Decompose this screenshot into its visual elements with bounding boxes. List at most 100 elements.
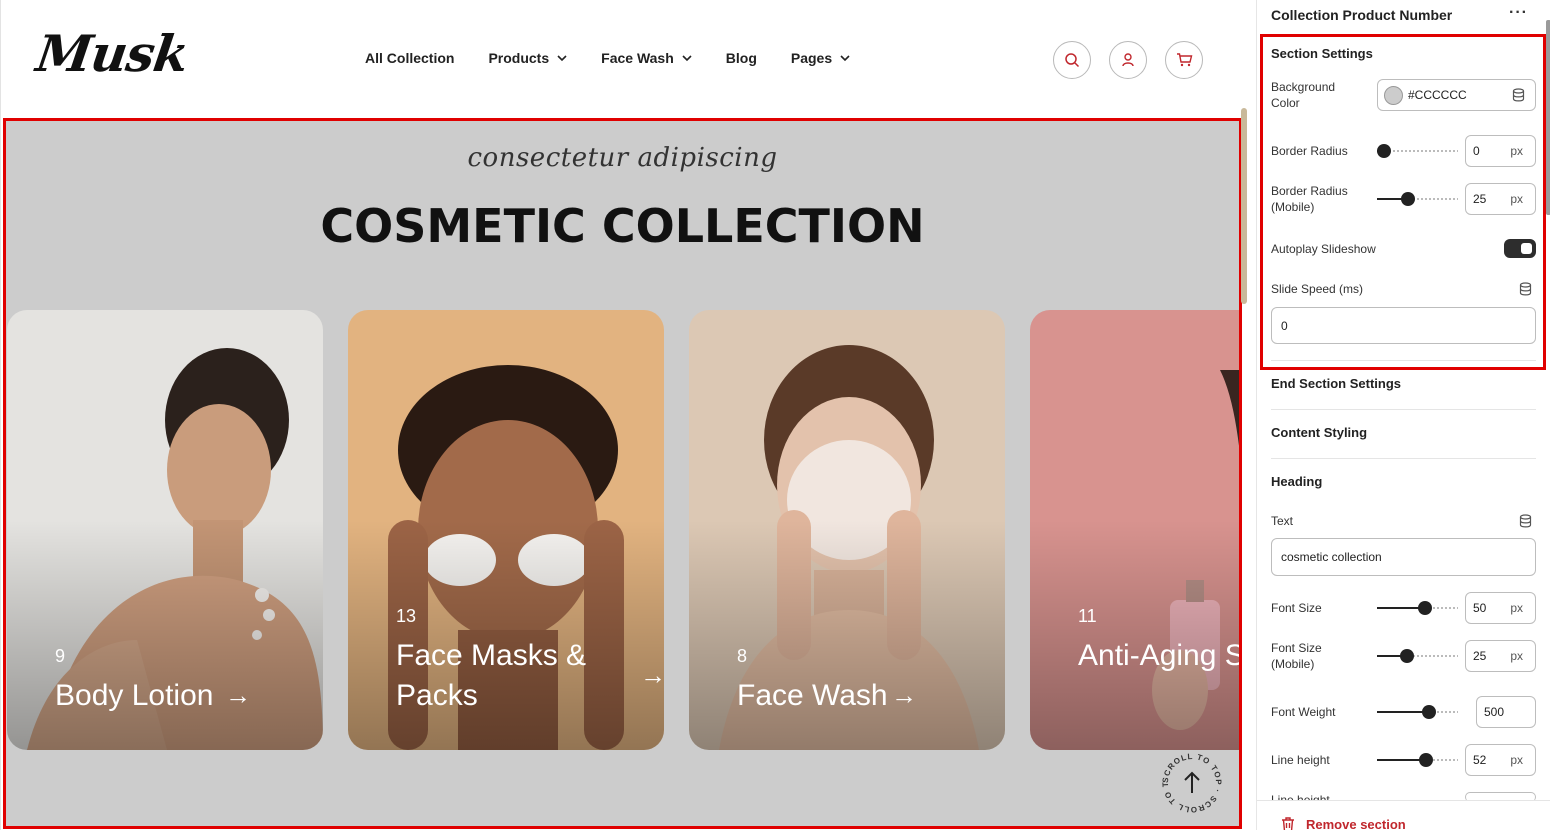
search-icon xyxy=(1065,53,1080,68)
unit-label: px xyxy=(1510,649,1523,663)
card-count: 9 xyxy=(55,646,66,666)
nav-item-label: Face Wash xyxy=(601,50,674,66)
site-logo[interactable]: Musk xyxy=(33,24,192,83)
border-radius-label: Border Radius xyxy=(1271,144,1348,158)
nav-item-pages[interactable]: Pages xyxy=(791,50,850,66)
autoplay-label: Autoplay Slideshow xyxy=(1271,242,1376,256)
cart-button[interactable] xyxy=(1165,41,1203,79)
end-section-settings-heading: End Section Settings xyxy=(1271,376,1402,391)
input-value: cosmetic collection xyxy=(1281,550,1382,564)
settings-panel: Collection Product Number ··· Section Se… xyxy=(1256,0,1550,830)
nav-item-blog[interactable]: Blog xyxy=(726,50,757,66)
line-height-slider[interactable] xyxy=(1377,753,1458,767)
heading-group-heading: Heading xyxy=(1271,474,1323,489)
nav-item-face-wash[interactable]: Face Wash xyxy=(601,50,692,66)
card-name: Face Masks & Packs xyxy=(396,639,587,712)
search-button[interactable] xyxy=(1053,41,1091,79)
input-value: 0 xyxy=(1281,319,1288,333)
panel-scrollbar[interactable] xyxy=(1546,20,1550,215)
nav-item-label: All Collection xyxy=(365,50,455,66)
user-icon xyxy=(1122,53,1134,67)
divider xyxy=(1271,360,1536,361)
unit-label: px xyxy=(1510,192,1523,206)
card-name: Body Lotion xyxy=(55,679,214,712)
slide-speed-label: Slide Speed (ms) xyxy=(1271,282,1364,296)
dynamic-source-icon[interactable] xyxy=(1512,88,1525,102)
input-value: 50 xyxy=(1473,601,1487,615)
nav-item-label: Products xyxy=(488,50,550,66)
border-radius-input[interactable]: 0 px xyxy=(1465,135,1536,167)
slider-knob[interactable] xyxy=(1422,705,1436,719)
card-shade xyxy=(1030,520,1239,750)
slider-knob[interactable] xyxy=(1418,601,1432,615)
arrow-right-icon: → xyxy=(225,680,251,710)
nav-item-products[interactable]: Products xyxy=(488,50,567,66)
slider-knob[interactable] xyxy=(1377,144,1391,158)
background-color-value: #CCCCCC xyxy=(1408,88,1467,102)
collection-card-anti-aging[interactable]: 11 Anti-Aging Serum xyxy=(1030,310,1239,750)
font-size-mobile-slider[interactable] xyxy=(1377,649,1458,663)
border-radius-mobile-slider[interactable] xyxy=(1377,192,1458,206)
input-value: 0 xyxy=(1473,144,1480,158)
border-radius-slider[interactable] xyxy=(1377,144,1458,158)
border-radius-mobile-label: Border Radius (Mobile) xyxy=(1271,184,1348,214)
trash-icon xyxy=(1282,817,1294,830)
dynamic-source-icon[interactable] xyxy=(1519,514,1532,528)
remove-section-label: Remove section xyxy=(1306,817,1406,830)
panel-footer: Remove section xyxy=(1257,800,1550,830)
svg-text:SCROLL TO TOP · SCROLL TO TOP: SCROLL TO TOP · SCROLL TO TOP · xyxy=(1158,749,1223,814)
border-radius-mobile-input[interactable]: 25 px xyxy=(1465,183,1536,215)
panel-title: Collection Product Number xyxy=(1271,7,1453,23)
site-header: Musk All Collection Products Face Wash B… xyxy=(1,0,1250,118)
font-weight-label: Font Weight xyxy=(1271,705,1336,719)
scroll-to-top-button[interactable]: SCROLL TO TOP · SCROLL TO TOP · xyxy=(1154,742,1226,817)
color-swatch[interactable] xyxy=(1384,86,1403,105)
section-heading: COSMETIC COLLECTION xyxy=(320,199,925,253)
font-size-slider[interactable] xyxy=(1377,601,1458,615)
scroll-to-top-text: SCROLL TO TOP · SCROLL TO TOP · xyxy=(1154,742,1222,814)
account-button[interactable] xyxy=(1109,41,1147,79)
slider-knob[interactable] xyxy=(1400,649,1414,663)
scroll-to-top-icon: SCROLL TO TOP · SCROLL TO TOP · xyxy=(1154,742,1223,814)
remove-section-button[interactable]: Remove section xyxy=(1281,817,1406,830)
collection-card-face-masks[interactable]: 13 Face Masks & Packs → xyxy=(348,310,664,750)
input-value: 25 xyxy=(1473,192,1487,206)
font-weight-slider[interactable] xyxy=(1377,705,1458,719)
collection-card-face-wash[interactable]: 8 Face Wash → xyxy=(689,310,1005,750)
section-settings-heading: Section Settings xyxy=(1271,46,1373,61)
input-value: 500 xyxy=(1484,705,1505,719)
font-size-label: Font Size xyxy=(1271,601,1322,615)
preview-scrollbar[interactable] xyxy=(1241,108,1247,304)
collection-card-body-lotion[interactable]: 9 Body Lotion → xyxy=(7,310,323,750)
heading-text-input[interactable]: cosmetic collection xyxy=(1271,538,1536,576)
card-count: 11 xyxy=(1078,606,1097,626)
slider-knob[interactable] xyxy=(1419,753,1433,767)
font-size-input[interactable]: 50 px xyxy=(1465,592,1536,624)
input-value: 25 xyxy=(1473,649,1487,663)
card-count: 8 xyxy=(737,646,748,666)
slide-speed-input[interactable]: 0 xyxy=(1271,307,1536,344)
background-color-field[interactable]: #CCCCCC xyxy=(1377,79,1536,111)
unit-label: px xyxy=(1510,601,1523,615)
autoplay-toggle[interactable] xyxy=(1504,239,1536,258)
background-color-label: Background Color xyxy=(1271,80,1336,110)
dynamic-source-icon[interactable] xyxy=(1519,282,1532,296)
chevron-down-icon xyxy=(557,55,567,62)
cart-icon xyxy=(1176,53,1192,67)
font-weight-input[interactable]: 500 xyxy=(1476,696,1536,728)
line-height-label: Line height xyxy=(1271,753,1330,767)
text-label: Text xyxy=(1271,514,1294,528)
collection-section[interactable]: consectetur adipiscing COSMETIC COLLECTI… xyxy=(3,118,1242,829)
nav-item-all-collection[interactable]: All Collection xyxy=(365,50,454,66)
more-options-icon[interactable]: ··· xyxy=(1509,4,1528,22)
nav-item-label: Blog xyxy=(725,50,757,66)
section-subheading: consectetur adipiscing xyxy=(467,143,778,173)
slider-knob[interactable] xyxy=(1401,192,1415,206)
font-size-mobile-input[interactable]: 25 px xyxy=(1465,640,1536,672)
arrow-right-icon: → xyxy=(891,680,917,710)
divider xyxy=(1271,409,1536,410)
line-height-input[interactable]: 52 px xyxy=(1465,744,1536,776)
chevron-down-icon xyxy=(682,55,692,62)
storefront-preview: Musk All Collection Products Face Wash B… xyxy=(0,0,1250,830)
card-name: Face Wash xyxy=(737,679,888,712)
